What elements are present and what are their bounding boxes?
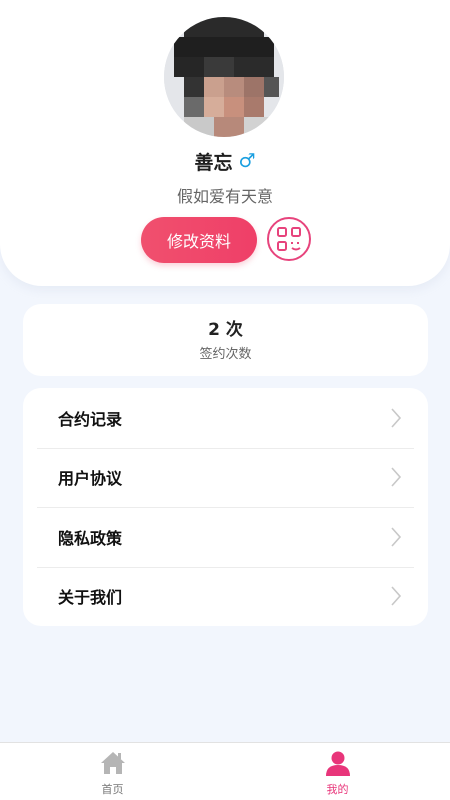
qr-code-icon [277, 227, 301, 251]
tab-label: 首页 [101, 783, 124, 796]
edit-profile-button[interactable]: 修改资料 [141, 217, 257, 263]
tab-mine[interactable]: 我的 [225, 743, 450, 800]
avatar-image [164, 17, 284, 137]
menu-item-user-agreement[interactable]: 用户协议 [23, 447, 428, 508]
menu-item-label: 用户协议 [58, 469, 123, 489]
mine-page: 善忘 ♂ 假如爱有天意 修改资料 2 次 签约次数 合约记录 用户协议 隐私政策… [0, 0, 450, 800]
chevron-right-icon [391, 586, 402, 606]
sign-count-label: 签约次数 [199, 346, 252, 362]
menu-list: 合约记录 用户协议 隐私政策 关于我们 [23, 388, 428, 626]
menu-item-contract-records[interactable]: 合约记录 [23, 388, 428, 448]
sign-count-value: 2 次 [208, 319, 243, 340]
user-name: 善忘 [194, 151, 233, 174]
person-icon [325, 751, 350, 776]
sign-count-card: 2 次 签约次数 [23, 304, 428, 376]
menu-item-label: 合约记录 [58, 409, 123, 429]
chevron-right-icon [391, 408, 402, 428]
profile-card: 善忘 ♂ 假如爱有天意 修改资料 [0, 0, 450, 286]
male-icon: ♂ [238, 149, 256, 172]
menu-item-label: 关于我们 [58, 588, 123, 608]
name-row: 善忘 ♂ [0, 147, 450, 175]
user-signature: 假如爱有天意 [176, 187, 273, 206]
chevron-right-icon [391, 527, 402, 547]
chevron-right-icon [391, 467, 402, 487]
avatar[interactable] [164, 17, 284, 137]
menu-item-privacy-policy[interactable]: 隐私政策 [23, 507, 428, 567]
menu-item-about-us[interactable]: 关于我们 [23, 566, 428, 627]
bottom-tab-bar: 首页 我的 [0, 742, 450, 800]
qr-code-button[interactable] [267, 217, 311, 261]
menu-item-label: 隐私政策 [58, 528, 123, 548]
home-icon [100, 752, 125, 774]
tab-label: 我的 [326, 783, 349, 796]
tab-home[interactable]: 首页 [0, 743, 225, 800]
